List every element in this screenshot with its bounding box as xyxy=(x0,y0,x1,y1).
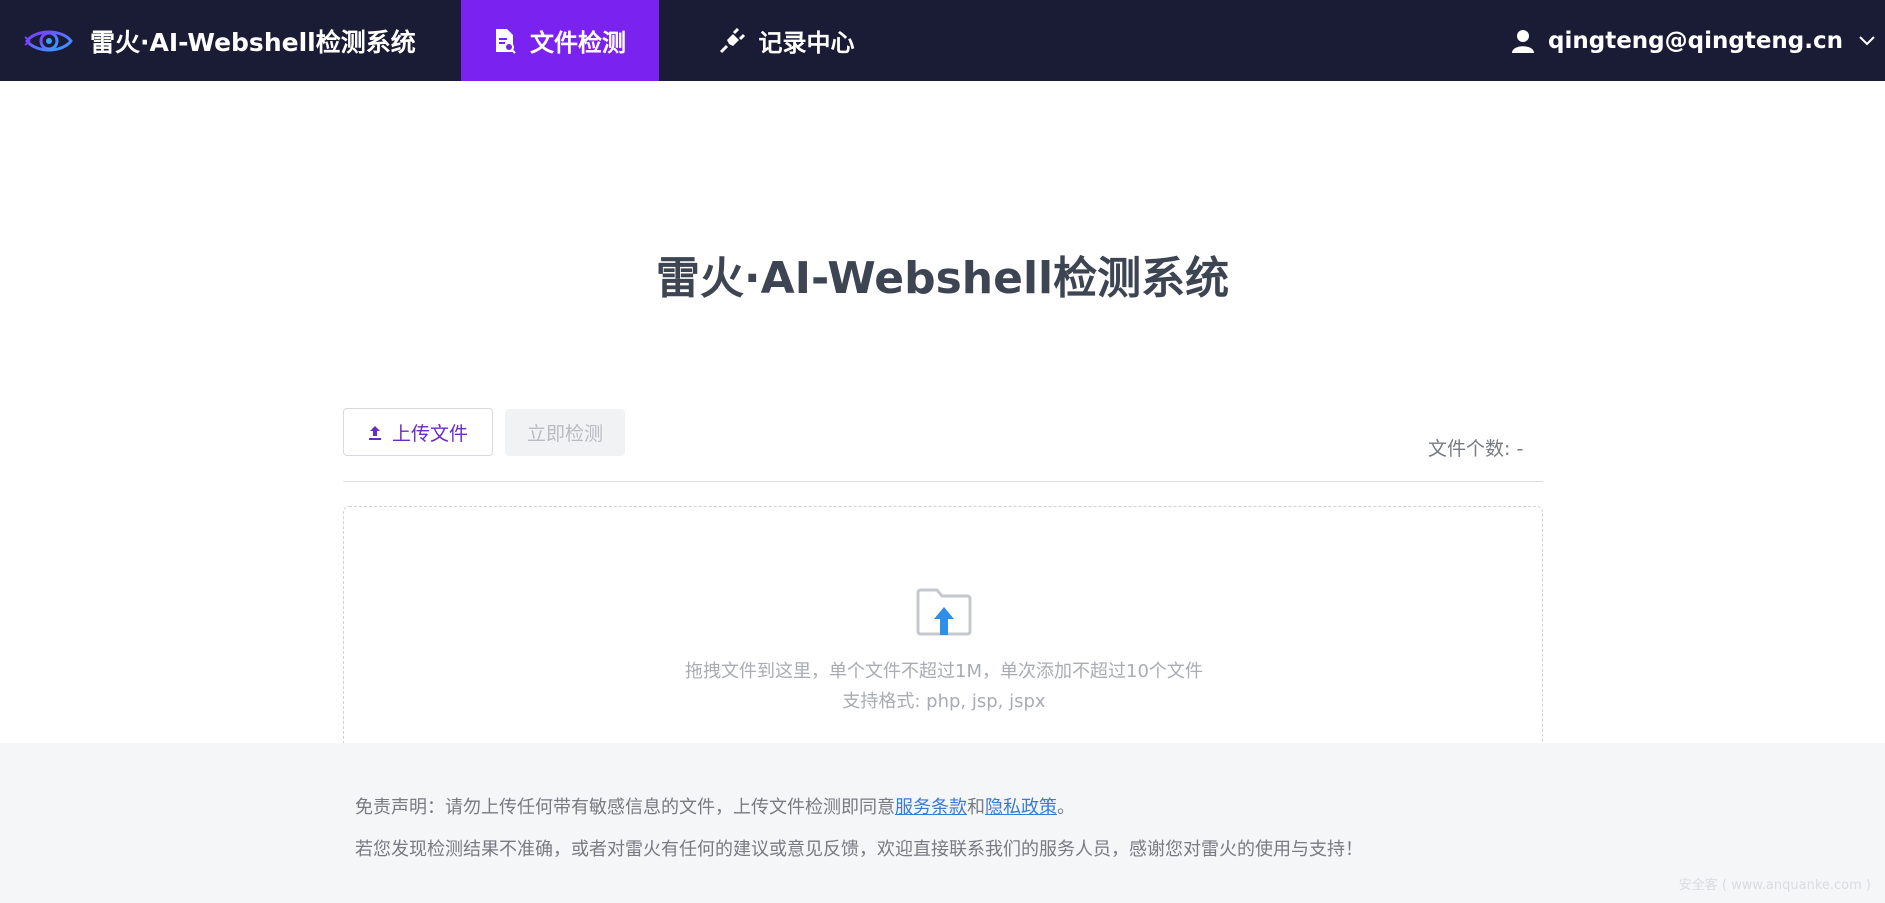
footer: 免责声明：请勿上传任何带有敏感信息的文件，上传文件检测即同意服务条款和隐私政策。… xyxy=(0,743,1885,903)
privacy-policy-link[interactable]: 隐私政策 xyxy=(985,797,1057,818)
file-search-icon xyxy=(494,28,516,54)
upload-button-label: 上传文件 xyxy=(391,422,468,445)
watermark: 安全客 ( www.anquanke.com ) xyxy=(1678,878,1871,893)
period-text: 。 xyxy=(1057,797,1075,818)
tab-label: 文件检测 xyxy=(530,29,626,57)
file-dropzone[interactable]: 拖拽文件到这里，单个文件不超过1M，单次添加不超过10个文件 支持格式: php… xyxy=(343,506,1543,766)
eye-logo-icon xyxy=(24,21,74,61)
feedback-note: 若您发现检测结果不准确，或者对雷火有任何的建议或意见反馈，欢迎直接联系我们的服务… xyxy=(355,839,1363,860)
tab-label: 记录中心 xyxy=(758,29,855,57)
file-count: 文件个数: - xyxy=(1428,434,1523,461)
upload-icon xyxy=(368,424,382,440)
conjunction-text: 和 xyxy=(967,797,985,818)
detect-now-button[interactable]: 立即检测 xyxy=(505,409,625,456)
top-navigation-bar: 雷火·AI-Webshell检测系统 文件检测 记录中心 qingteng@qi… xyxy=(0,0,1885,81)
toolbar-divider xyxy=(343,481,1543,482)
file-count-label: 文件个数: xyxy=(1428,438,1511,460)
chevron-down-icon[interactable] xyxy=(1859,35,1875,46)
disclaimer: 免责声明：请勿上传任何带有敏感信息的文件，上传文件检测即同意服务条款和隐私政策。 xyxy=(355,793,1075,819)
terms-of-service-link[interactable]: 服务条款 xyxy=(895,797,967,818)
plug-icon xyxy=(719,27,745,54)
user-icon xyxy=(1512,29,1535,53)
user-menu[interactable]: qingteng@qingteng.cn xyxy=(1512,0,1885,81)
disclaimer-text: 免责声明：请勿上传任何带有敏感信息的文件，上传文件检测即同意 xyxy=(355,797,895,818)
brand[interactable]: 雷火·AI-Webshell检测系统 xyxy=(0,0,461,81)
detect-button-label: 立即检测 xyxy=(526,423,603,445)
dropzone-hint: 拖拽文件到这里，单个文件不超过1M，单次添加不超过10个文件 xyxy=(685,661,1203,682)
dropzone-formats: 支持格式: php, jsp, jspx xyxy=(842,691,1046,712)
tab-record-center[interactable]: 记录中心 xyxy=(659,0,914,81)
user-email: qingteng@qingteng.cn xyxy=(1548,27,1843,54)
file-count-value: - xyxy=(1516,438,1524,460)
page-title: 雷火·AI-Webshell检测系统 xyxy=(655,253,1230,304)
tab-file-detection[interactable]: 文件检测 xyxy=(461,0,659,81)
app-title: 雷火·AI-Webshell检测系统 xyxy=(90,27,416,57)
upload-file-button[interactable]: 上传文件 xyxy=(343,408,493,456)
folder-upload-icon xyxy=(915,587,973,644)
